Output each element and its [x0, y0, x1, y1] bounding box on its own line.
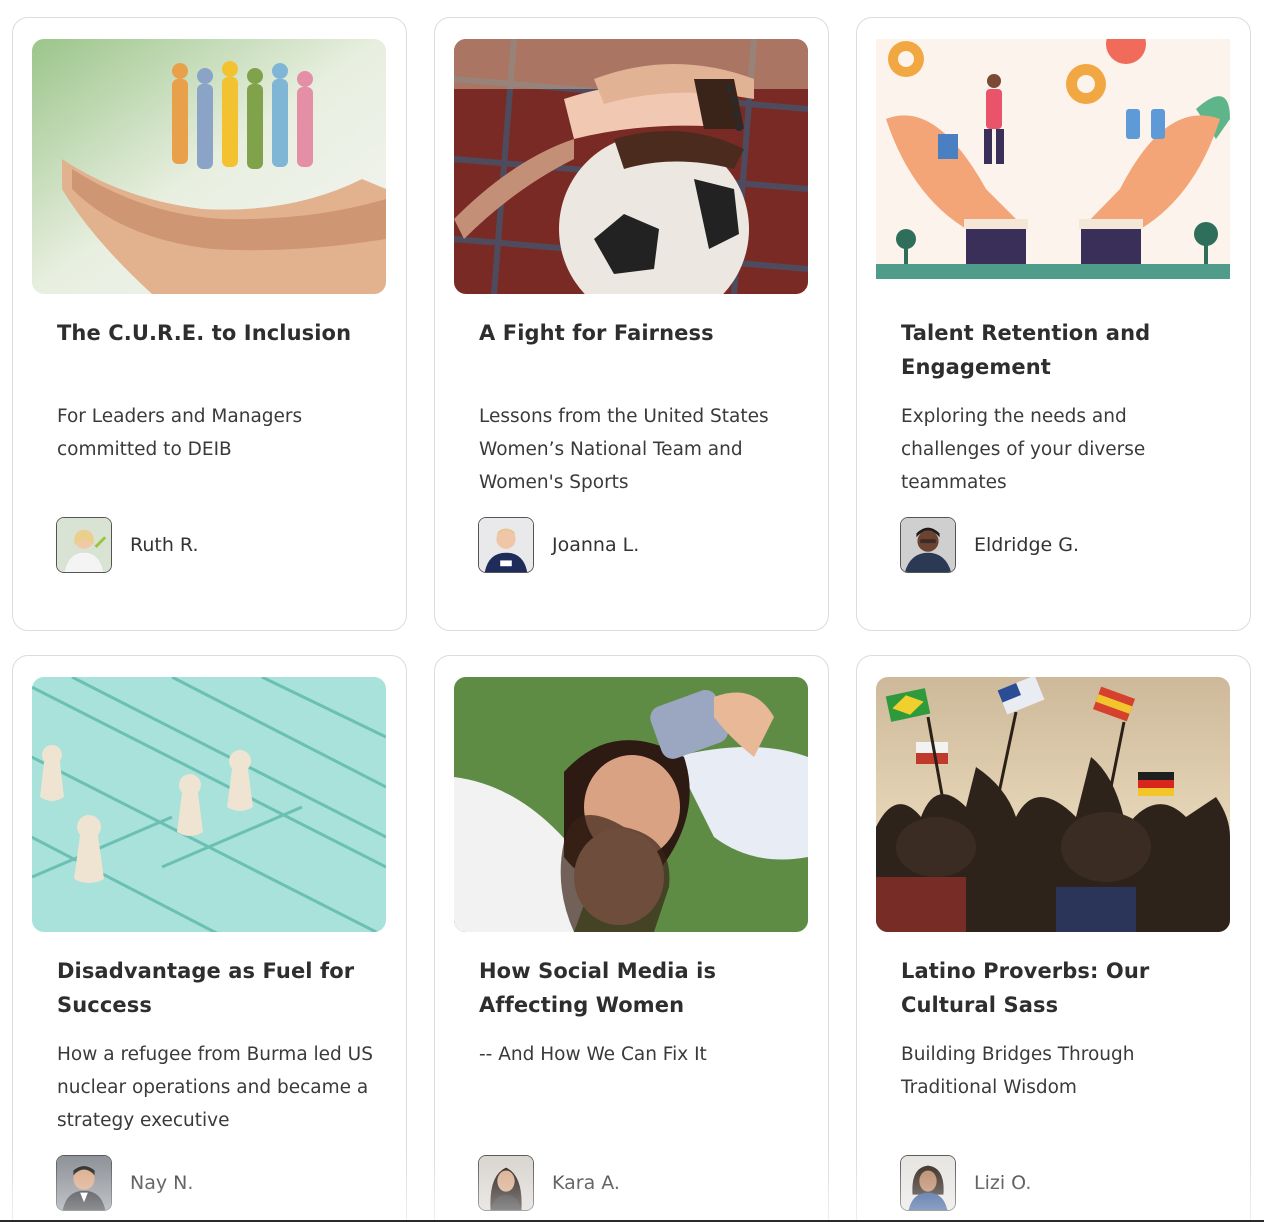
author-name: Lizi O.	[974, 1172, 1032, 1194]
author-name: Nay N.	[130, 1172, 194, 1194]
author-name: Kara A.	[552, 1172, 620, 1194]
course-thumbnail[interactable]	[32, 39, 386, 294]
course-subtitle: Lessons from the United States Women’s N…	[479, 406, 769, 493]
author-name: Joanna L.	[552, 534, 640, 556]
course-thumbnail[interactable]	[876, 39, 1230, 279]
course-card[interactable]: Latino Proverbs: Our Cultural Sass Build…	[856, 655, 1251, 1222]
author-name: Eldridge G.	[974, 534, 1080, 556]
course-card[interactable]: Disadvantage as Fuel for Success How a r…	[12, 655, 407, 1222]
course-title[interactable]: A Fight for Fairness	[479, 316, 799, 350]
author[interactable]: Lizi O.	[900, 1155, 1031, 1211]
course-thumbnail[interactable]	[876, 677, 1230, 932]
course-subtitle: How a refugee from Burma led US nuclear …	[57, 1044, 373, 1131]
avatar	[478, 1155, 534, 1211]
avatar	[900, 517, 956, 573]
course-title[interactable]: Disadvantage as Fuel for Success	[57, 954, 377, 1022]
course-title[interactable]: Talent Retention and Engagement	[901, 316, 1221, 384]
course-thumbnail[interactable]	[454, 677, 808, 932]
course-card[interactable]: How Social Media is Affecting Women -- A…	[434, 655, 829, 1222]
course-card[interactable]: A Fight for Fairness Lessons from the Un…	[434, 17, 829, 631]
author[interactable]: Nay N.	[56, 1155, 193, 1211]
course-title[interactable]: The C.U.R.E. to Inclusion	[57, 316, 377, 350]
author[interactable]: Eldridge G.	[900, 517, 1079, 573]
course-card[interactable]: The C.U.R.E. to Inclusion For Leaders an…	[12, 17, 407, 631]
course-card[interactable]: Talent Retention and Engagement Explorin…	[856, 17, 1251, 631]
course-thumbnail[interactable]	[32, 677, 386, 932]
avatar	[900, 1155, 956, 1211]
avatar	[56, 517, 112, 573]
course-subtitle: Building Bridges Through Traditional Wis…	[901, 1044, 1135, 1098]
course-subtitle: -- And How We Can Fix It	[479, 1044, 707, 1065]
author[interactable]: Ruth R.	[56, 517, 199, 573]
course-thumbnail[interactable]	[454, 39, 808, 294]
author[interactable]: Kara A.	[478, 1155, 620, 1211]
course-title[interactable]: How Social Media is Affecting Women	[479, 954, 799, 1022]
avatar	[56, 1155, 112, 1211]
author-name: Ruth R.	[130, 534, 199, 556]
avatar	[478, 517, 534, 573]
course-title[interactable]: Latino Proverbs: Our Cultural Sass	[901, 954, 1221, 1022]
course-subtitle: Exploring the needs and challenges of yo…	[901, 406, 1146, 493]
author[interactable]: Joanna L.	[478, 517, 639, 573]
course-subtitle: For Leaders and Managers committed to DE…	[57, 406, 303, 460]
